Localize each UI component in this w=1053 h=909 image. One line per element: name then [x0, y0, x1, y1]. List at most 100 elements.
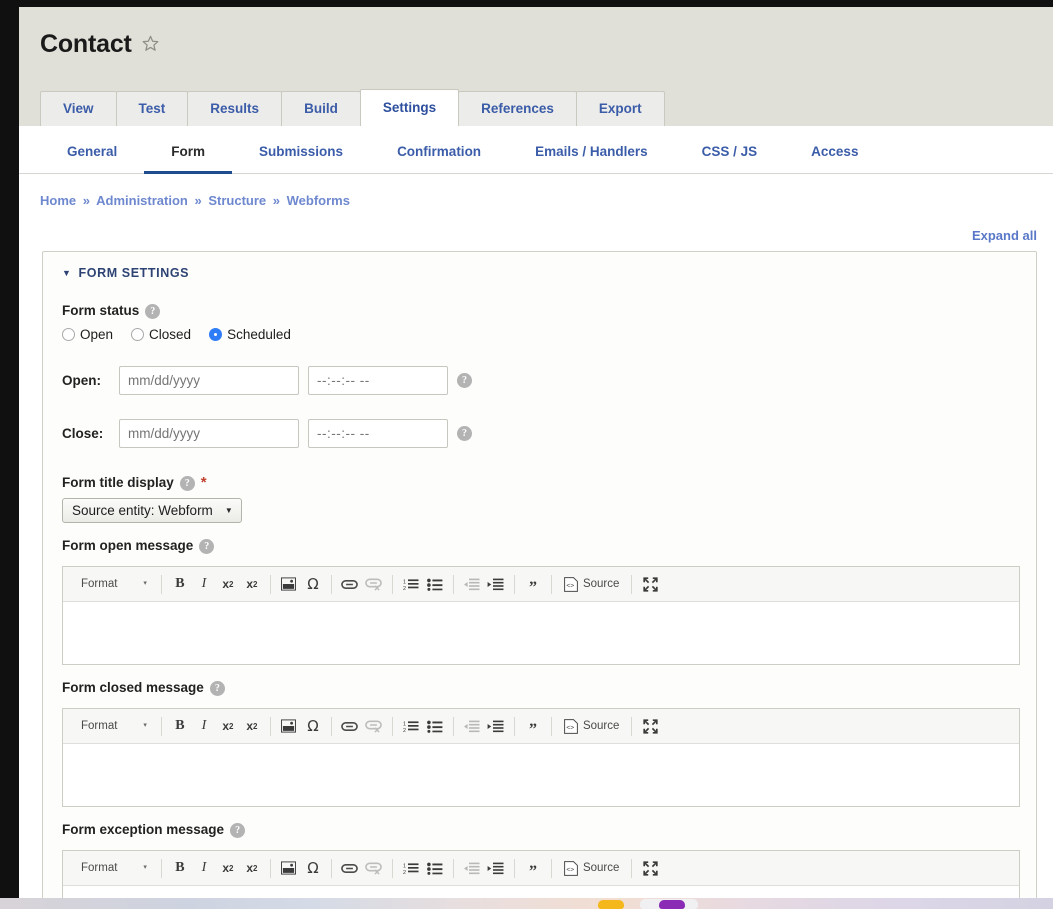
open-date-input[interactable]	[119, 366, 299, 395]
field-form-title-display: Form title display ? * Source entity: We…	[62, 474, 1036, 523]
subscript-icon[interactable]: x2	[216, 572, 240, 596]
editor-content-area[interactable]	[63, 886, 1019, 898]
superscript-icon[interactable]: x2	[240, 714, 264, 738]
unlink-icon[interactable]	[362, 856, 386, 880]
link-icon[interactable]	[338, 714, 362, 738]
special-character-icon[interactable]: Ω	[301, 572, 325, 596]
star-outline-icon[interactable]	[141, 34, 160, 58]
secondary-tab-emails-handlers[interactable]: Emails / Handlers	[508, 143, 675, 174]
numbered-list-icon[interactable]: 12	[399, 856, 423, 880]
special-character-icon[interactable]: Ω	[301, 714, 325, 738]
radio-open-icon[interactable]	[62, 328, 75, 341]
format-dropdown[interactable]: Format ▾	[72, 856, 155, 880]
bold-icon[interactable]: B	[168, 572, 192, 596]
outdent-icon[interactable]	[460, 572, 484, 596]
primary-tab-settings[interactable]: Settings	[360, 89, 459, 126]
breadcrumb-item-webforms[interactable]: Webforms	[287, 193, 350, 208]
primary-tab-results[interactable]: Results	[187, 91, 282, 126]
toolbar-separator	[514, 859, 515, 878]
help-icon[interactable]: ?	[457, 426, 472, 441]
expand-all-link[interactable]: Expand all	[972, 228, 1037, 243]
bulleted-list-icon[interactable]	[423, 714, 447, 738]
secondary-tab-submissions[interactable]: Submissions	[232, 143, 370, 174]
breadcrumb-item-structure[interactable]: Structure	[208, 193, 266, 208]
blockquote-icon[interactable]: ”	[521, 860, 545, 884]
bold-icon[interactable]: B	[168, 856, 192, 880]
italic-icon[interactable]: I	[192, 572, 216, 596]
editor-content-area[interactable]	[63, 744, 1019, 806]
italic-icon[interactable]: I	[192, 856, 216, 880]
dock-icon-purple[interactable]	[659, 900, 685, 909]
secondary-tab-form[interactable]: Form	[144, 143, 232, 174]
dock-icon-yellow[interactable]	[598, 900, 624, 909]
toolbar-separator	[331, 859, 332, 878]
italic-icon[interactable]: I	[192, 714, 216, 738]
breadcrumb-item-home[interactable]: Home	[40, 193, 76, 208]
format-dropdown[interactable]: Format ▾	[72, 572, 155, 596]
indent-icon[interactable]	[484, 572, 508, 596]
bulleted-list-icon[interactable]	[423, 572, 447, 596]
source-button[interactable]: <> Source	[558, 572, 625, 596]
help-icon[interactable]: ?	[199, 539, 214, 554]
secondary-tab-confirmation[interactable]: Confirmation	[370, 143, 508, 174]
secondary-tab-css-js[interactable]: CSS / JS	[675, 143, 785, 174]
close-time-input[interactable]	[308, 419, 448, 448]
os-dock[interactable]	[0, 898, 1053, 909]
radio-option-open[interactable]: Open	[62, 327, 113, 342]
superscript-icon[interactable]: x2	[240, 856, 264, 880]
special-character-icon[interactable]: Ω	[301, 856, 325, 880]
maximize-icon[interactable]	[638, 572, 662, 596]
primary-tab-view[interactable]: View	[40, 91, 117, 126]
svg-text:1: 1	[403, 863, 406, 869]
outdent-icon[interactable]	[460, 856, 484, 880]
source-button[interactable]: <> Source	[558, 856, 625, 880]
link-icon[interactable]	[338, 856, 362, 880]
radio-closed-icon[interactable]	[131, 328, 144, 341]
bulleted-list-icon[interactable]	[423, 856, 447, 880]
maximize-icon[interactable]	[638, 856, 662, 880]
help-icon[interactable]: ?	[210, 681, 225, 696]
radio-option-scheduled[interactable]: Scheduled	[209, 327, 291, 342]
secondary-tab-general[interactable]: General	[40, 143, 144, 174]
secondary-tab-access[interactable]: Access	[784, 143, 885, 174]
form-settings-summary[interactable]: ▼ FORM SETTINGS	[43, 252, 1036, 280]
open-time-input[interactable]	[308, 366, 448, 395]
primary-tab-export[interactable]: Export	[576, 91, 665, 126]
unlink-icon[interactable]	[362, 714, 386, 738]
primary-tab-test[interactable]: Test	[116, 91, 189, 126]
radio-option-closed[interactable]: Closed	[131, 327, 191, 342]
breadcrumb-item-administration[interactable]: Administration	[96, 193, 188, 208]
form-title-display-select[interactable]: Source entity: Webform ▼	[62, 498, 242, 523]
image-icon[interactable]	[277, 856, 301, 880]
unlink-icon[interactable]	[362, 572, 386, 596]
outdent-icon[interactable]	[460, 714, 484, 738]
breadcrumb-separator: »	[80, 193, 93, 208]
radio-scheduled-label: Scheduled	[227, 327, 291, 342]
help-icon[interactable]: ?	[457, 373, 472, 388]
help-icon[interactable]: ?	[180, 476, 195, 491]
editor-content-area[interactable]	[63, 602, 1019, 664]
numbered-list-icon[interactable]: 12	[399, 714, 423, 738]
image-icon[interactable]	[277, 572, 301, 596]
format-dropdown-label: Format	[81, 714, 117, 738]
link-icon[interactable]	[338, 572, 362, 596]
subscript-icon[interactable]: x2	[216, 856, 240, 880]
bold-icon[interactable]: B	[168, 714, 192, 738]
subscript-icon[interactable]: x2	[216, 714, 240, 738]
superscript-icon[interactable]: x2	[240, 572, 264, 596]
primary-tab-build[interactable]: Build	[281, 91, 361, 126]
image-icon[interactable]	[277, 714, 301, 738]
indent-icon[interactable]	[484, 714, 508, 738]
indent-icon[interactable]	[484, 856, 508, 880]
help-icon[interactable]: ?	[145, 304, 160, 319]
radio-scheduled-icon[interactable]	[209, 328, 222, 341]
format-dropdown[interactable]: Format ▾	[72, 714, 155, 738]
primary-tab-references[interactable]: References	[458, 91, 577, 126]
maximize-icon[interactable]	[638, 714, 662, 738]
blockquote-icon[interactable]: ”	[521, 576, 545, 600]
help-icon[interactable]: ?	[230, 823, 245, 838]
blockquote-icon[interactable]: ”	[521, 718, 545, 742]
source-button[interactable]: <> Source	[558, 714, 625, 738]
close-date-input[interactable]	[119, 419, 299, 448]
numbered-list-icon[interactable]: 12	[399, 572, 423, 596]
